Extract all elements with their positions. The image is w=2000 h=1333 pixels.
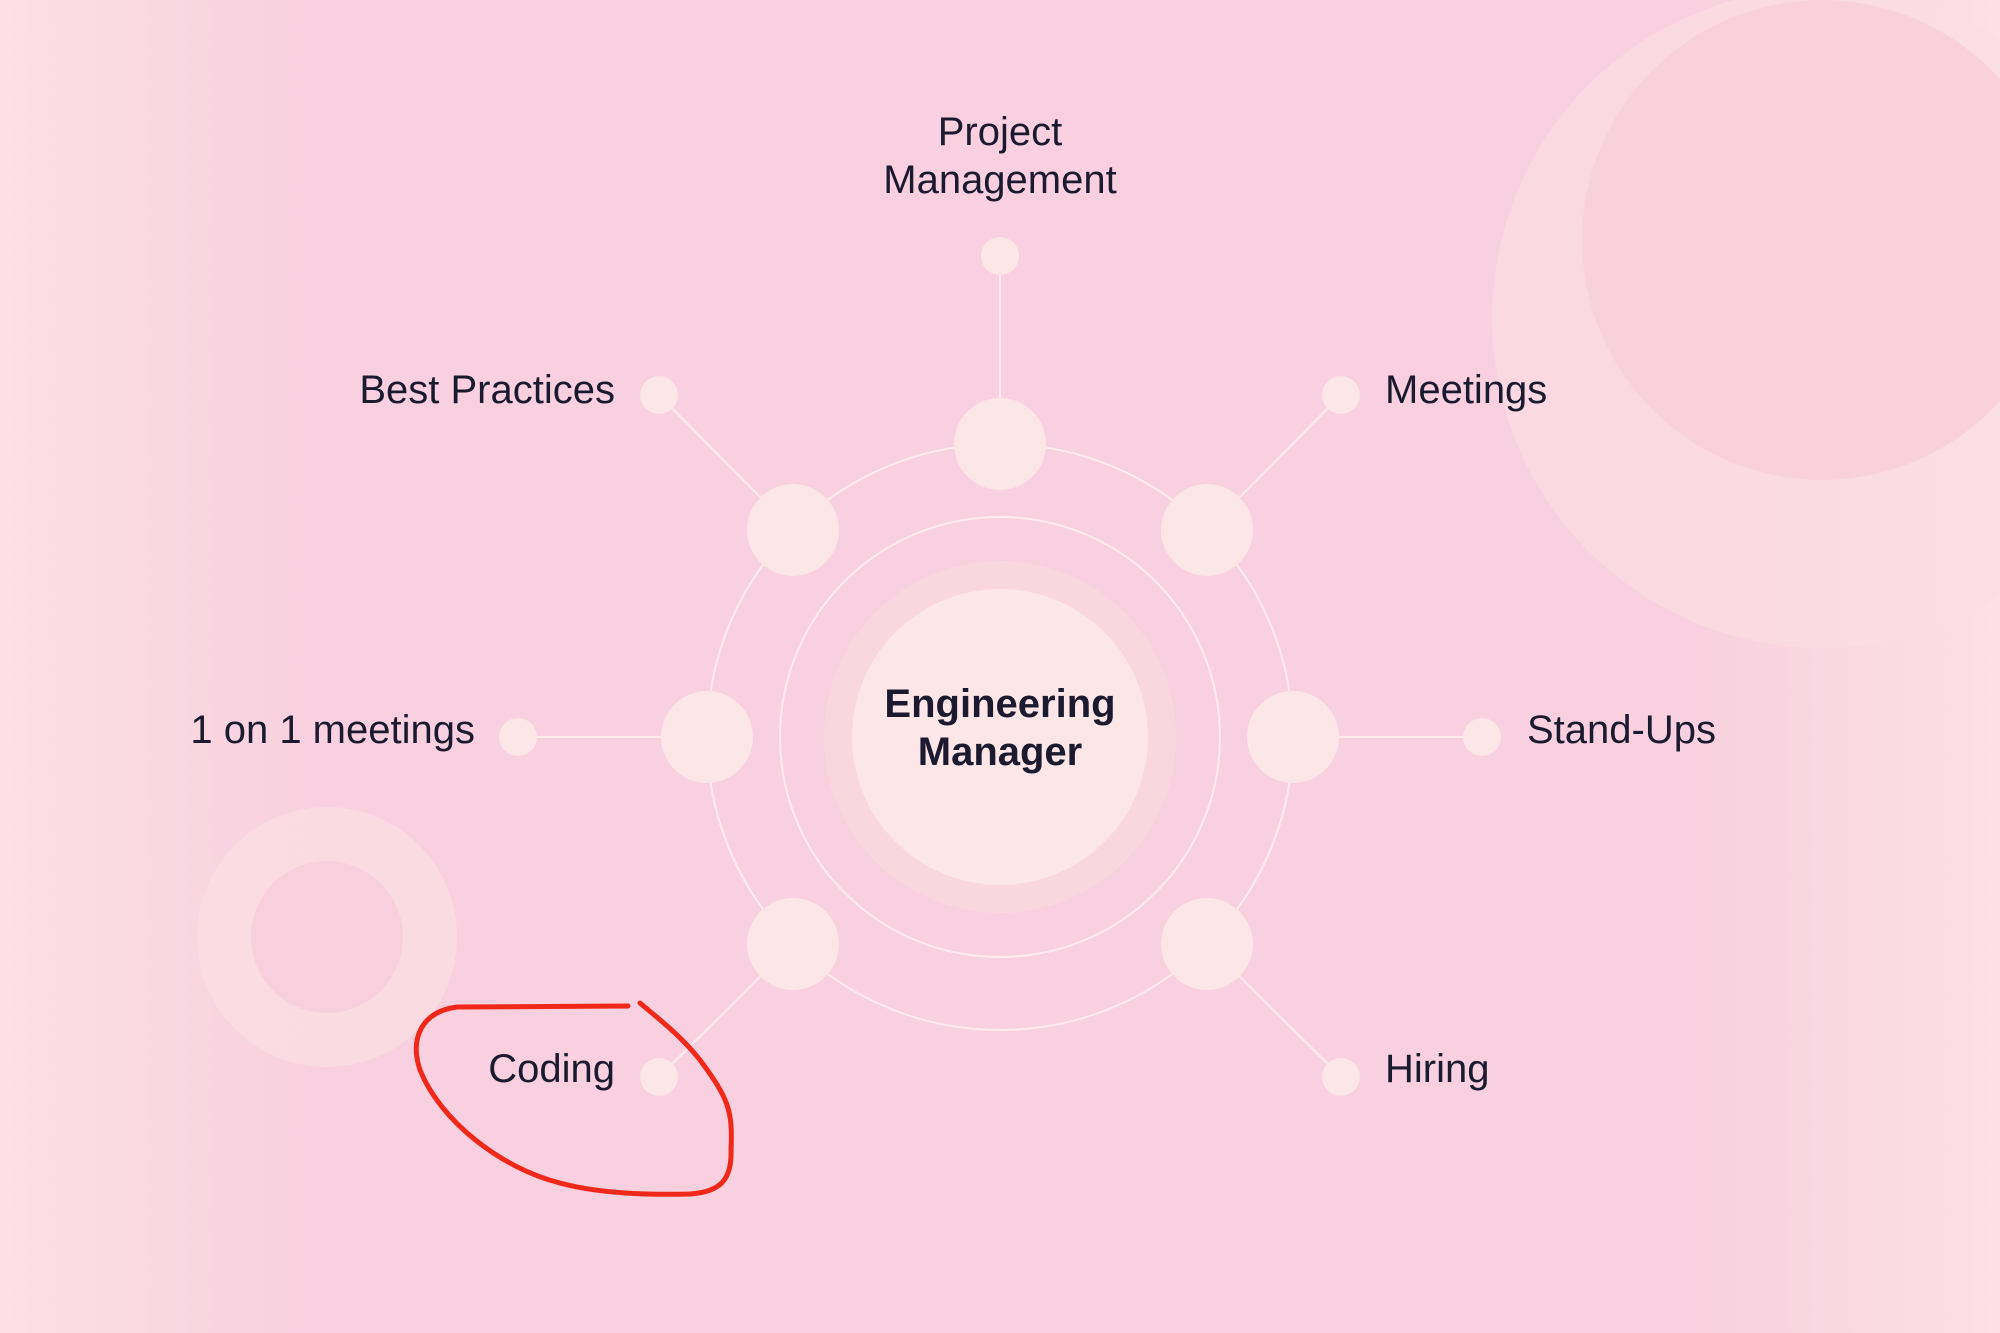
ring-node-hiring: [1161, 898, 1253, 990]
coding-highlight-scribble: [413, 1000, 734, 1197]
ring-node-best-practices: [747, 484, 839, 576]
end-dot-meetings: [1322, 376, 1360, 414]
label-project-management: Project Management: [850, 108, 1150, 204]
center-title: Engineering Manager: [850, 680, 1150, 776]
label-coding: Coding: [488, 1047, 615, 1091]
ring-node-project-management: [954, 398, 1046, 490]
label-one-on-one: 1 on 1 meetings: [190, 708, 475, 752]
label-hiring: Hiring: [1385, 1047, 1490, 1091]
label-best-practices: Best Practices: [359, 368, 615, 412]
end-dot-hiring: [1322, 1058, 1360, 1096]
ring-node-one-on-one: [661, 691, 753, 783]
ring-node-meetings: [1161, 484, 1253, 576]
label-stand-ups: Stand-Ups: [1527, 708, 1716, 752]
label-project-management-line2: Management: [883, 158, 1117, 202]
ring-node-stand-ups: [1247, 691, 1339, 783]
center-title-line1: Engineering: [884, 682, 1116, 726]
end-dot-stand-ups: [1463, 718, 1501, 756]
end-dot-one-on-one: [499, 718, 537, 756]
end-dot-coding: [640, 1058, 678, 1096]
end-dot-project-management: [981, 237, 1019, 275]
label-project-management-line1: Project: [937, 110, 1063, 154]
label-meetings: Meetings: [1385, 368, 1548, 412]
ring-node-coding: [747, 898, 839, 990]
end-dot-best-practices: [640, 376, 678, 414]
diagram-stage: Project Management Meetings Stand-Ups Hi…: [0, 0, 2000, 1333]
decor-circle-small-inner: [251, 861, 403, 1013]
center-title-line2: Manager: [917, 730, 1083, 774]
